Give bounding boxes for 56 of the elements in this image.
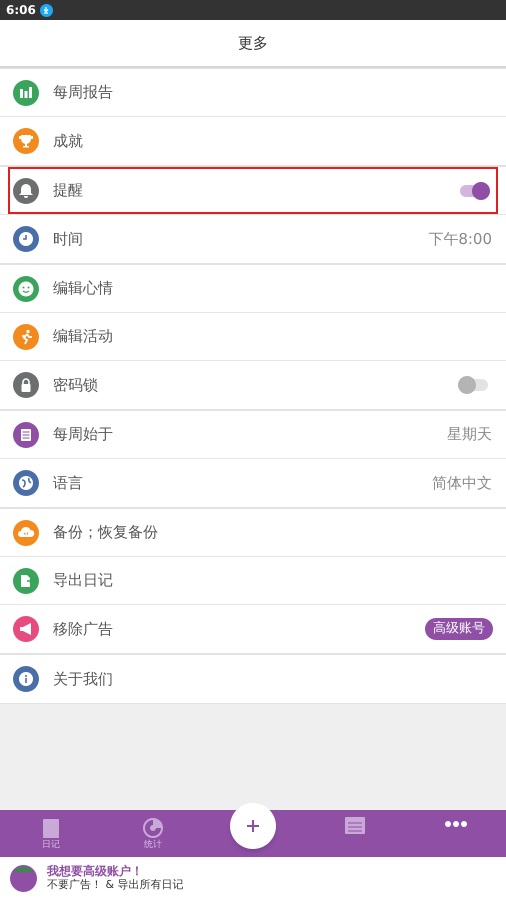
- add-button[interactable]: [230, 803, 276, 849]
- row-label: 语言: [53, 472, 84, 494]
- row-label: 编辑活动: [53, 326, 114, 348]
- row-label: 成就: [53, 130, 84, 152]
- smiley-icon: [13, 276, 39, 302]
- mascot-avatar-icon: [10, 864, 37, 892]
- promo-title: 我想要高级账户！: [47, 864, 144, 878]
- row-label: 编辑心情: [53, 278, 114, 300]
- cloud-sync-icon: [13, 520, 39, 546]
- download-icon: [40, 4, 53, 16]
- settings-row[interactable]: 导出日记: [0, 557, 506, 605]
- clock-icon: [13, 226, 39, 252]
- bar-chart-icon: [13, 80, 39, 106]
- row-value: 下午8:00: [428, 228, 492, 250]
- settings-row[interactable]: 语言 简体中文: [0, 459, 506, 507]
- row-value: 星期天: [447, 424, 492, 446]
- row-label: 每周始于: [53, 424, 114, 446]
- row-label: 移除广告: [53, 618, 114, 640]
- settings-row[interactable]: 时间 下午8:00: [0, 215, 506, 263]
- row-label: 时间: [53, 228, 84, 250]
- promo-subtitle: 不要广告！ & 导出所有日记: [47, 878, 184, 892]
- premium-badge: 高级账号: [425, 618, 493, 640]
- bell-icon: [13, 178, 39, 204]
- settings-row[interactable]: 备份；恢复备份: [0, 509, 506, 557]
- settings-row[interactable]: 关于我们: [0, 655, 506, 703]
- book-icon: [40, 816, 62, 838]
- row-label: 提醒: [53, 180, 84, 202]
- pie-chart-icon: [142, 816, 164, 838]
- running-figure-icon: [13, 324, 39, 350]
- toggle-switch[interactable]: [458, 375, 490, 395]
- settings-row[interactable]: 编辑活动: [0, 313, 506, 361]
- page-title: 更多: [238, 32, 268, 54]
- row-label: 导出日记: [53, 570, 114, 592]
- row-label: 每周报告: [53, 82, 114, 104]
- settings-row[interactable]: 每周始于 星期天: [0, 411, 506, 459]
- row-value: 简体中文: [432, 472, 492, 494]
- toggle-switch[interactable]: [458, 180, 490, 200]
- trophy-icon: [13, 128, 39, 154]
- megaphone-icon: [13, 616, 39, 642]
- settings-row[interactable]: 密码锁: [0, 361, 506, 409]
- settings-row[interactable]: 成就: [0, 117, 506, 165]
- promo-banner[interactable]: 我想要高级账户！ 不要广告！ & 导出所有日记: [0, 857, 506, 899]
- settings-row[interactable]: 编辑心情: [0, 265, 506, 313]
- info-icon: [13, 666, 39, 692]
- status-time: 6:06: [6, 2, 36, 19]
- row-label: 密码锁: [53, 374, 99, 396]
- plus-icon: [246, 819, 260, 833]
- padlock-icon: [13, 372, 39, 398]
- settings-row[interactable]: 移除广告 高级账号: [0, 605, 506, 653]
- calendar-icon: [344, 815, 366, 835]
- settings-row[interactable]: 每周报告: [0, 69, 506, 117]
- row-label: 关于我们: [53, 668, 114, 690]
- row-label: 备份；恢复备份: [53, 522, 159, 544]
- settings-row[interactable]: 提醒: [0, 167, 506, 215]
- more-dots-icon: [445, 820, 467, 828]
- file-export-icon: [13, 568, 39, 594]
